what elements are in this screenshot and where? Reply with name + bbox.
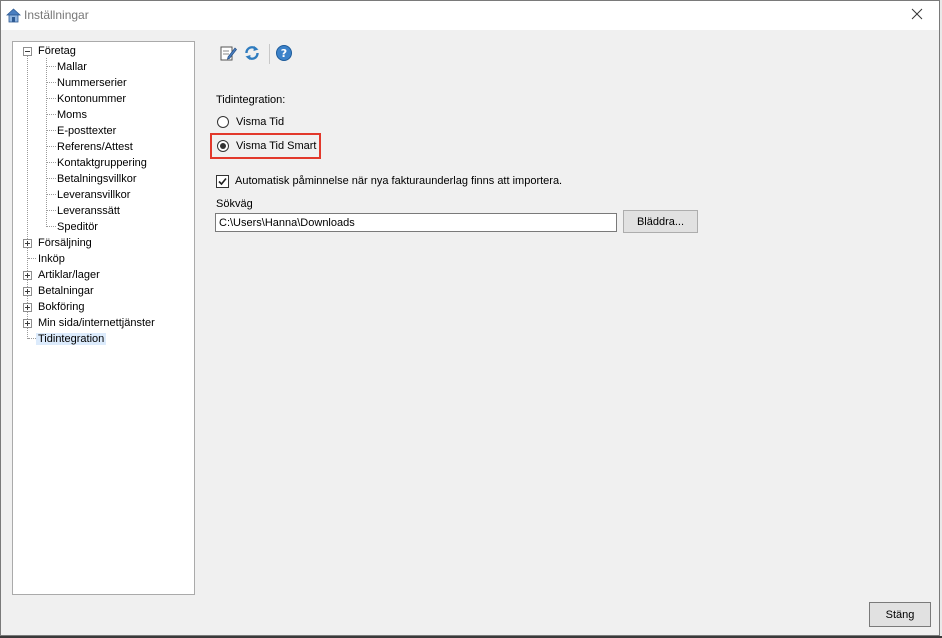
title-bar: Inställningar <box>1 1 939 30</box>
tree-item-betalningsvillkor[interactable]: Betalningsvillkor <box>57 171 136 187</box>
tree-item-tidintegration[interactable]: Tidintegration <box>36 331 107 347</box>
visma-tid-radio[interactable] <box>217 116 229 128</box>
tree-item-referens-attest[interactable]: Referens/Attest <box>57 139 133 155</box>
reminder-label[interactable]: Automatisk påminnelse när nya fakturaund… <box>235 175 562 187</box>
svg-text:?: ? <box>281 47 287 60</box>
tree-item-e-posttexter[interactable]: E-posttexter <box>57 123 116 139</box>
reminder-checkbox[interactable] <box>216 175 229 188</box>
tree-item-speditor[interactable]: Speditör <box>57 219 98 235</box>
house-icon <box>5 8 22 23</box>
visma-tid-label[interactable]: Visma Tid <box>236 116 284 128</box>
tree-item-mallar[interactable]: Mallar <box>57 59 87 75</box>
close-window-button[interactable] <box>897 2 937 28</box>
tree-item-label: Artiklar/lager <box>38 269 100 281</box>
help-icon[interactable]: ? <box>275 44 293 62</box>
tree-item-leveransvillkor[interactable]: Leveransvillkor <box>57 187 130 203</box>
settings-window: Inställningar Företag Mallar Nummerserie… <box>0 0 940 636</box>
tree-item-leveranssatt[interactable]: Leveranssätt <box>57 203 120 219</box>
tree-item-moms[interactable]: Moms <box>57 107 87 123</box>
tree-item-inkop[interactable]: Inköp <box>38 251 65 267</box>
expand-icon[interactable] <box>23 239 32 248</box>
tree-item-label: Försäljning <box>38 237 92 249</box>
tree-item-label: Min sida/internettjänster <box>38 317 155 329</box>
collapse-icon[interactable] <box>23 47 32 56</box>
visma-tid-smart-label[interactable]: Visma Tid Smart <box>236 140 317 152</box>
tree-item-nummerserier[interactable]: Nummerserier <box>57 75 127 91</box>
tree-item-kontaktgruppering[interactable]: Kontaktgruppering <box>57 155 147 171</box>
close-icon <box>911 8 923 23</box>
tree-item-label: Företag <box>38 45 76 57</box>
expand-icon[interactable] <box>23 287 32 296</box>
tree-item-label: Bokföring <box>38 301 85 313</box>
checkmark-icon <box>218 177 227 186</box>
window-title: Inställningar <box>24 8 89 22</box>
tree-item-kontonummer[interactable]: Kontonummer <box>57 91 126 107</box>
close-button[interactable]: Stäng <box>869 602 931 627</box>
refresh-icon[interactable] <box>243 44 261 62</box>
settings-tree[interactable]: Företag Mallar Nummerserier Kontonummer … <box>12 41 195 595</box>
tidintegration-section-label: Tidintegration: <box>216 94 286 106</box>
path-input[interactable] <box>215 213 617 232</box>
visma-tid-smart-radio[interactable] <box>217 140 229 152</box>
expand-icon[interactable] <box>23 303 32 312</box>
browse-button[interactable]: Bläddra... <box>623 210 698 233</box>
edit-icon[interactable] <box>219 44 237 62</box>
path-label: Sökväg <box>216 198 253 210</box>
tree-item-label: Betalningar <box>38 285 94 297</box>
expand-icon[interactable] <box>23 319 32 328</box>
toolbar-separator <box>269 44 270 64</box>
expand-icon[interactable] <box>23 271 32 280</box>
tree-item-label-selected: Tidintegration <box>36 333 107 345</box>
